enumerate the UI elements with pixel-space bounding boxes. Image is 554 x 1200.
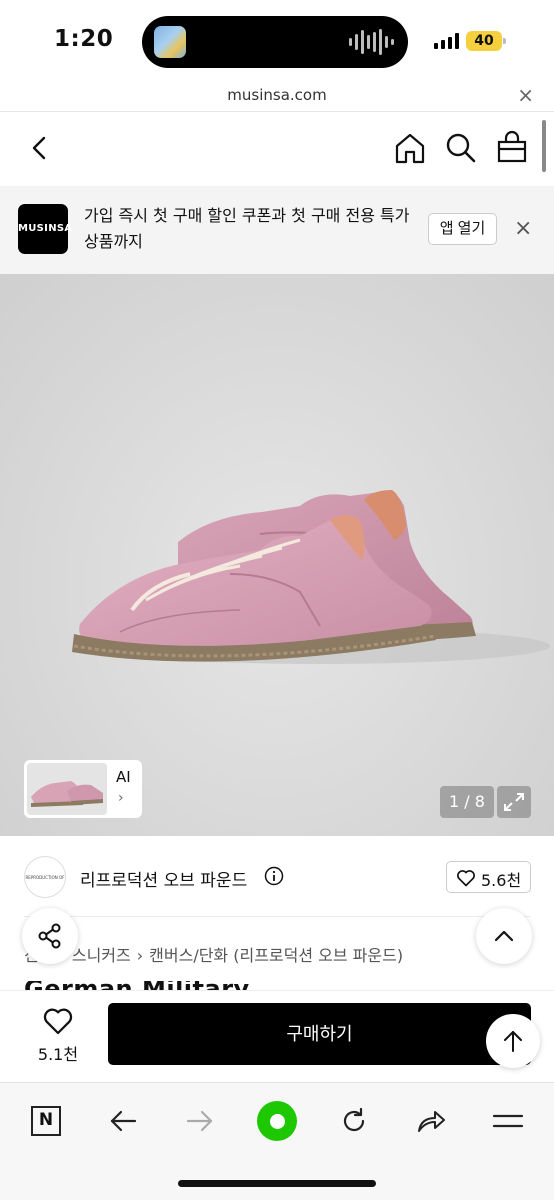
scroll-to-top-button[interactable] — [486, 1014, 540, 1068]
home-icon[interactable] — [393, 131, 427, 165]
audio-waveform-icon — [349, 28, 394, 56]
expand-icon — [504, 793, 524, 811]
shopping-bag-icon[interactable] — [495, 130, 529, 164]
dynamic-island[interactable] — [142, 16, 408, 68]
cellular-signal-icon — [434, 33, 459, 49]
fullscreen-button[interactable] — [497, 786, 531, 818]
battery-indicator: 40 — [466, 31, 506, 51]
green-dot-button[interactable] — [255, 1099, 299, 1143]
status-bar: 1:20 40 — [0, 0, 554, 84]
brand-logo[interactable]: REPRODUCTION OF FOUND — [24, 856, 66, 898]
page-scrollbar[interactable] — [542, 120, 546, 172]
heart-icon — [457, 870, 475, 887]
breadcrumb-separator: › — [136, 946, 144, 965]
search-icon[interactable] — [444, 131, 478, 165]
open-app-button[interactable]: 앱 열기 — [428, 213, 497, 245]
naver-home-button[interactable]: N — [24, 1099, 68, 1143]
brand-like-button[interactable]: 5.6천 — [446, 861, 531, 893]
page-header — [0, 112, 554, 184]
musinsa-logo: MUSINSA — [18, 204, 72, 254]
breadcrumb: 신발›스니커즈›캔버스/단화 (리프로덕션 오브 파운드) — [24, 942, 403, 966]
divider — [24, 916, 530, 917]
clock: 1:20 — [54, 26, 114, 52]
thumbnail-image — [27, 763, 107, 815]
green-dot-icon — [257, 1101, 297, 1141]
close-icon[interactable]: × — [514, 216, 532, 241]
chevron-right-icon: › — [118, 790, 124, 806]
arrow-right-icon — [186, 1110, 213, 1132]
back-button[interactable] — [101, 1099, 145, 1143]
promo-message: 가입 즉시 첫 구매 할인 쿠폰과 첫 구매 전용 특가 상품까지 — [84, 206, 410, 251]
reload-icon — [343, 1107, 365, 1132]
naver-n-icon: N — [31, 1106, 61, 1136]
share-button[interactable] — [22, 908, 78, 964]
heart-icon — [43, 1008, 73, 1035]
product-photo — [72, 490, 550, 664]
chevron-up-icon — [494, 930, 514, 942]
share-page-button[interactable] — [409, 1099, 453, 1143]
brand-name[interactable]: 리프로덕션 오브 파운드 — [80, 866, 247, 891]
url-bar[interactable]: musinsa.com × — [0, 80, 554, 112]
breadcrumb-item[interactable]: 스니커즈 — [72, 946, 131, 965]
home-indicator[interactable] — [178, 1180, 376, 1187]
ai-similar-products-card[interactable]: AI › — [24, 760, 142, 818]
breadcrumb-item[interactable]: 캔버스/단화 (리프로덕션 오브 파운드) — [149, 946, 403, 965]
chevron-left-icon[interactable] — [26, 134, 54, 162]
share-arrow-icon — [418, 1111, 445, 1132]
arrow-left-icon — [110, 1110, 137, 1132]
buy-button[interactable]: 구매하기 — [108, 1003, 531, 1065]
image-page-counter: 1 / 8 — [440, 786, 494, 818]
reload-button[interactable] — [332, 1099, 376, 1143]
share-icon — [38, 923, 61, 949]
brand-like-count: 5.6천 — [481, 871, 522, 890]
now-playing-artwork — [154, 26, 186, 58]
wishlist-button[interactable]: 5.1천 — [30, 1005, 86, 1065]
arrow-up-icon — [504, 1031, 522, 1052]
app-promo-banner: MUSINSA 가입 즉시 첫 구매 할인 쿠폰과 첫 구매 전용 특가 상품까… — [0, 186, 554, 274]
close-icon[interactable]: × — [517, 83, 534, 107]
url-text[interactable]: musinsa.com — [0, 86, 554, 104]
product-meta: REPRODUCTION OF FOUND 리프로덕션 오브 파운드 5.6천 … — [0, 836, 554, 1006]
product-image-gallery[interactable]: AI › 1 / 8 — [0, 274, 554, 836]
info-icon[interactable] — [264, 866, 284, 886]
menu-icon — [492, 1114, 524, 1128]
collapse-button[interactable] — [476, 908, 532, 964]
wishlist-count: 5.1천 — [37, 1045, 79, 1064]
forward-button[interactable] — [178, 1099, 222, 1143]
ai-label: AI — [116, 768, 131, 786]
menu-button[interactable] — [486, 1099, 530, 1143]
purchase-bar: 5.1천 구매하기 — [0, 990, 554, 1082]
